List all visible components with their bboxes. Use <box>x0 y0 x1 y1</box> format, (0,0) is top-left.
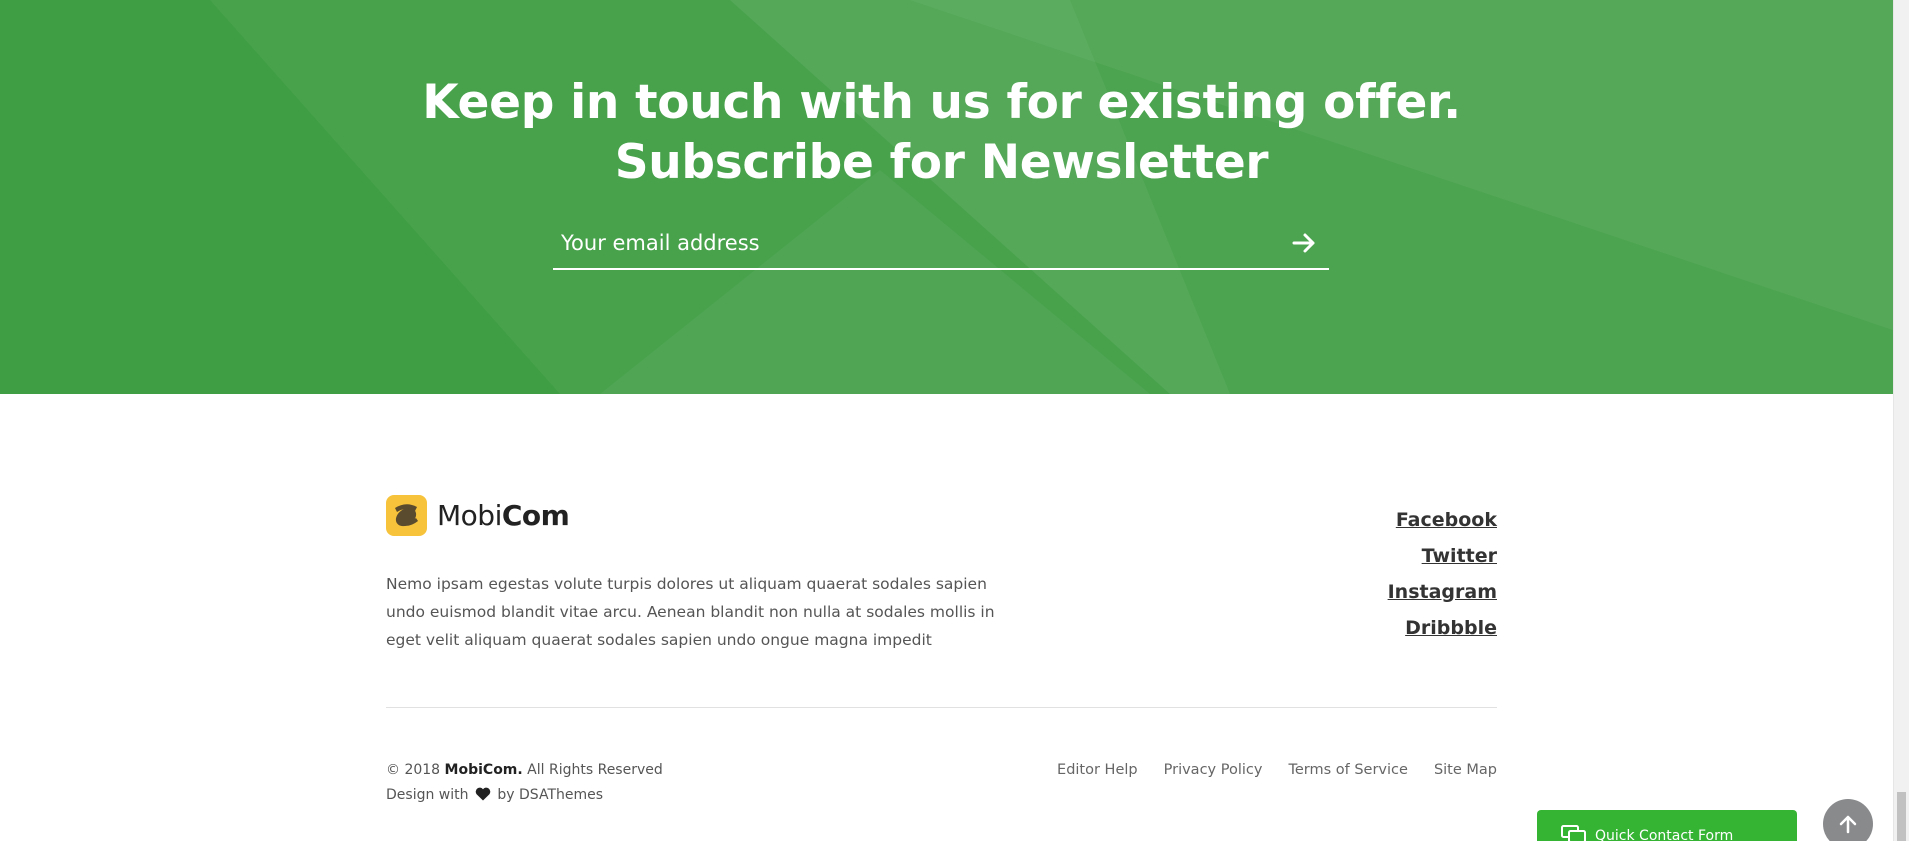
design-credit-prefix: Design with <box>386 787 469 803</box>
mobicom-logo-icon <box>386 494 427 536</box>
dribbble-link[interactable]: Dribbble <box>1388 610 1497 646</box>
chat-icon <box>1561 825 1586 841</box>
footer-bottom-links: Editor Help Privacy Policy Terms of Serv… <box>1057 758 1497 783</box>
quick-contact-form-button[interactable]: Quick Contact Form <box>1537 810 1797 841</box>
footer-divider <box>386 707 1497 708</box>
page: Keep in touch with us for existing offer… <box>0 0 1893 841</box>
newsletter-title: Keep in touch with us for existing offer… <box>0 73 1883 193</box>
instagram-link[interactable]: Instagram <box>1388 574 1497 610</box>
quick-contact-label: Quick Contact Form <box>1595 828 1734 841</box>
social-links: Facebook Twitter Instagram Dribbble <box>1388 502 1497 646</box>
newsletter-title-line2: Subscribe for Newsletter <box>614 135 1269 191</box>
facebook-link[interactable]: Facebook <box>1388 502 1497 538</box>
design-credit-suffix: by DSAThemes <box>497 787 604 803</box>
brand-name: MobiCom <box>437 498 570 532</box>
email-input[interactable] <box>561 224 1241 262</box>
copyright-year: © 2018 <box>386 762 441 778</box>
copyright-rights: All Rights Reserved <box>527 762 663 778</box>
footer-about-text: Nemo ipsam egestas volute turpis dolores… <box>386 574 995 649</box>
copyright: © 2018 MobiCom. All Rights Reserved Desi… <box>386 758 663 808</box>
design-credit: Design with by DSAThemes <box>386 783 663 808</box>
privacy-policy-link[interactable]: Privacy Policy <box>1164 758 1263 783</box>
newsletter-form <box>553 220 1329 270</box>
page-scrollbar[interactable] <box>1893 0 1909 841</box>
brand-name-light: Mobi <box>437 498 502 532</box>
site-map-link[interactable]: Site Map <box>1434 758 1497 783</box>
copyright-line: © 2018 MobiCom. All Rights Reserved <box>386 758 663 783</box>
terms-of-service-link[interactable]: Terms of Service <box>1288 758 1407 783</box>
scrollbar-thumb[interactable] <box>1897 792 1906 841</box>
copyright-brand: MobiCom. <box>444 762 523 778</box>
editor-help-link[interactable]: Editor Help <box>1057 758 1138 783</box>
background-pattern <box>210 0 1893 394</box>
brand-logo[interactable]: MobiCom <box>386 494 570 536</box>
newsletter-section: Keep in touch with us for existing offer… <box>0 0 1893 394</box>
brand-name-bold: Com <box>501 498 570 532</box>
heart-icon <box>475 787 491 801</box>
arrow-up-icon <box>1839 815 1857 834</box>
back-to-top-button[interactable] <box>1823 799 1873 841</box>
subscribe-submit-button[interactable] <box>1289 228 1319 258</box>
newsletter-title-line1: Keep in touch with us for existing offer… <box>422 75 1461 131</box>
twitter-link[interactable]: Twitter <box>1388 538 1497 574</box>
arrow-right-icon <box>1292 233 1315 253</box>
